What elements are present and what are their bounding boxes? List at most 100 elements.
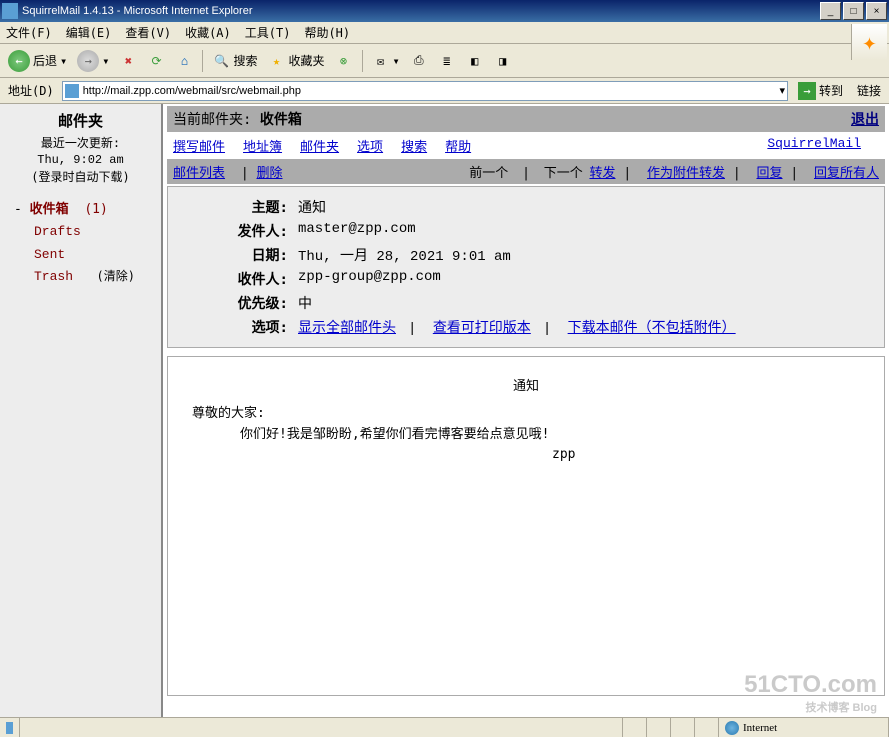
status-bar: Internet: [0, 717, 889, 737]
address-label: 地址(D): [4, 82, 58, 99]
folder-inbox[interactable]: - 收件箱 (1): [14, 199, 157, 221]
menu-edit[interactable]: 编辑(E): [66, 24, 112, 41]
discuss-icon: ◧: [466, 52, 484, 70]
menu-tools[interactable]: 工具(T): [245, 24, 291, 41]
mail-icon: ✉: [372, 52, 390, 70]
folders-sidebar: 邮件夹 最近一次更新: Thu, 9:02 am (登录时自动下载) - 收件箱…: [0, 104, 163, 717]
stop-button[interactable]: ✖: [115, 49, 141, 73]
maximize-button[interactable]: □: [843, 2, 864, 20]
body-greeting: 尊敬的大家:: [192, 404, 860, 425]
folder-list: - 收件箱 (1) Drafts Sent Trash (清除): [4, 199, 157, 287]
current-folder-name: 收件箱: [260, 109, 302, 129]
home-icon: ⌂: [175, 52, 193, 70]
status-zone: Internet: [719, 718, 889, 737]
status-slot: [695, 718, 719, 737]
print-button[interactable]: ⎙: [406, 49, 432, 73]
search-icon: 🔍: [212, 52, 230, 70]
edit-button[interactable]: ≣: [434, 49, 460, 73]
status-page-icon: [0, 718, 20, 737]
edit-icon: ≣: [438, 52, 456, 70]
menubar: 文件(F) 编辑(E) 查看(V) 收藏(A) 工具(T) 帮助(H): [0, 22, 889, 44]
menu-help[interactable]: 帮助(H): [304, 24, 350, 41]
date-label: 日期:: [168, 245, 298, 265]
home-button[interactable]: ⌂: [171, 49, 197, 73]
menu-view[interactable]: 查看(V): [125, 24, 171, 41]
from-label: 发件人:: [168, 221, 298, 241]
chevron-down-icon[interactable]: ▾: [779, 84, 785, 97]
minimize-button[interactable]: _: [820, 2, 841, 20]
last-updated-label: 最近一次更新:: [4, 135, 157, 152]
subject-value: 通知: [298, 197, 884, 217]
print-version-link[interactable]: 查看可打印版本: [433, 321, 531, 337]
to-value: zpp-group@zpp.com: [298, 269, 884, 289]
next-msg: 下一个: [544, 166, 583, 181]
show-headers-link[interactable]: 显示全部邮件头: [298, 321, 396, 337]
reply-all-link[interactable]: 回复所有人: [814, 166, 879, 181]
url-text: http://mail.zpp.com/webmail/src/webmail.…: [83, 85, 301, 97]
address-bar: 地址(D) http://mail.zpp.com/webmail/src/we…: [0, 78, 889, 104]
top-nav: 撰写邮件 地址簿 邮件夹 选项 搜索 帮助 SquirrelMail: [167, 132, 885, 159]
mail-button[interactable]: ✉▾: [368, 49, 404, 73]
nav-folders[interactable]: 邮件夹: [300, 136, 339, 155]
to-label: 收件人:: [168, 269, 298, 289]
star-icon: ★: [268, 52, 286, 70]
menu-favorites[interactable]: 收藏(A): [185, 24, 231, 41]
toolbar: ← 后退 ▾ →▾ ✖ ⟳ ⌂ 🔍搜索 ★收藏夹 ⊗ ✉▾ ⎙ ≣ ◧ ◨: [0, 44, 889, 78]
nav-brand[interactable]: SquirrelMail: [767, 136, 861, 155]
history-icon: ⊗: [335, 52, 353, 70]
folder-drafts[interactable]: Drafts: [14, 221, 157, 243]
research-icon: ◨: [494, 52, 512, 70]
folder-header: 当前邮件夹: 收件箱 退出: [167, 106, 885, 132]
ie-logo-icon: ✦: [851, 24, 887, 60]
research-button[interactable]: ◨: [490, 49, 516, 73]
status-slot: [647, 718, 671, 737]
download-msg-link[interactable]: 下载本邮件（不包括附件）: [568, 321, 736, 337]
go-button[interactable]: → 转到: [792, 81, 849, 101]
main-panel: 当前邮件夹: 收件箱 退出 撰写邮件 地址簿 邮件夹 选项 搜索 帮助 Squi…: [163, 104, 889, 717]
window-title: SquirrelMail 1.4.13 - Microsoft Internet…: [22, 5, 252, 17]
last-updated-time: Thu, 9:02 am: [4, 152, 157, 169]
refresh-button[interactable]: ⟳: [143, 49, 169, 73]
menu-file[interactable]: 文件(F): [6, 24, 52, 41]
subject-label: 主题:: [168, 197, 298, 217]
nav-search[interactable]: 搜索: [401, 136, 427, 155]
url-input[interactable]: http://mail.zpp.com/webmail/src/webmail.…: [62, 81, 788, 101]
history-button[interactable]: ⊗: [331, 49, 357, 73]
search-button[interactable]: 🔍搜索: [208, 49, 261, 73]
status-slot: [671, 718, 695, 737]
nav-options[interactable]: 选项: [357, 136, 383, 155]
refresh-icon: ⟳: [147, 52, 165, 70]
status-text: [20, 718, 623, 737]
date-value: Thu, 一月 28, 2021 9:01 am: [298, 245, 884, 265]
window-titlebar: SquirrelMail 1.4.13 - Microsoft Internet…: [0, 0, 889, 22]
nav-addresses[interactable]: 地址簿: [243, 136, 282, 155]
discuss-button[interactable]: ◧: [462, 49, 488, 73]
chevron-down-icon: ▾: [393, 54, 400, 68]
msg-list-link[interactable]: 邮件列表: [173, 166, 225, 181]
forward-attach-link[interactable]: 作为附件转发: [647, 166, 725, 181]
print-icon: ⎙: [410, 52, 428, 70]
folder-trash[interactable]: Trash (清除): [14, 266, 157, 288]
globe-icon: [725, 721, 739, 735]
nav-help[interactable]: 帮助: [445, 136, 471, 155]
current-folder-label: 当前邮件夹:: [173, 109, 251, 129]
go-arrow-icon: →: [798, 82, 816, 100]
folder-sent[interactable]: Sent: [14, 244, 157, 266]
nav-compose[interactable]: 撰写邮件: [173, 136, 225, 155]
links-label[interactable]: 链接: [853, 82, 885, 99]
forward-button[interactable]: →▾: [73, 49, 113, 73]
content-area: 邮件夹 最近一次更新: Thu, 9:02 am (登录时自动下载) - 收件箱…: [0, 104, 889, 717]
message-body: 通知 尊敬的大家: 你们好!我是邹盼盼,希望你们看完博客要给点意见哦! zpp: [167, 356, 885, 696]
page-icon: [65, 84, 79, 98]
favorites-button[interactable]: ★收藏夹: [264, 49, 329, 73]
logout-link[interactable]: 退出: [851, 109, 879, 129]
close-button[interactable]: ×: [866, 2, 887, 20]
priority-label: 优先级:: [168, 293, 298, 313]
clear-trash-link[interactable]: (清除): [97, 269, 135, 283]
msg-delete-link[interactable]: 删除: [257, 166, 283, 181]
forward-link[interactable]: 转发: [589, 166, 615, 181]
body-title: 通知: [192, 377, 860, 398]
status-slot: [623, 718, 647, 737]
back-button[interactable]: ← 后退 ▾: [4, 49, 71, 73]
reply-link[interactable]: 回复: [756, 166, 782, 181]
